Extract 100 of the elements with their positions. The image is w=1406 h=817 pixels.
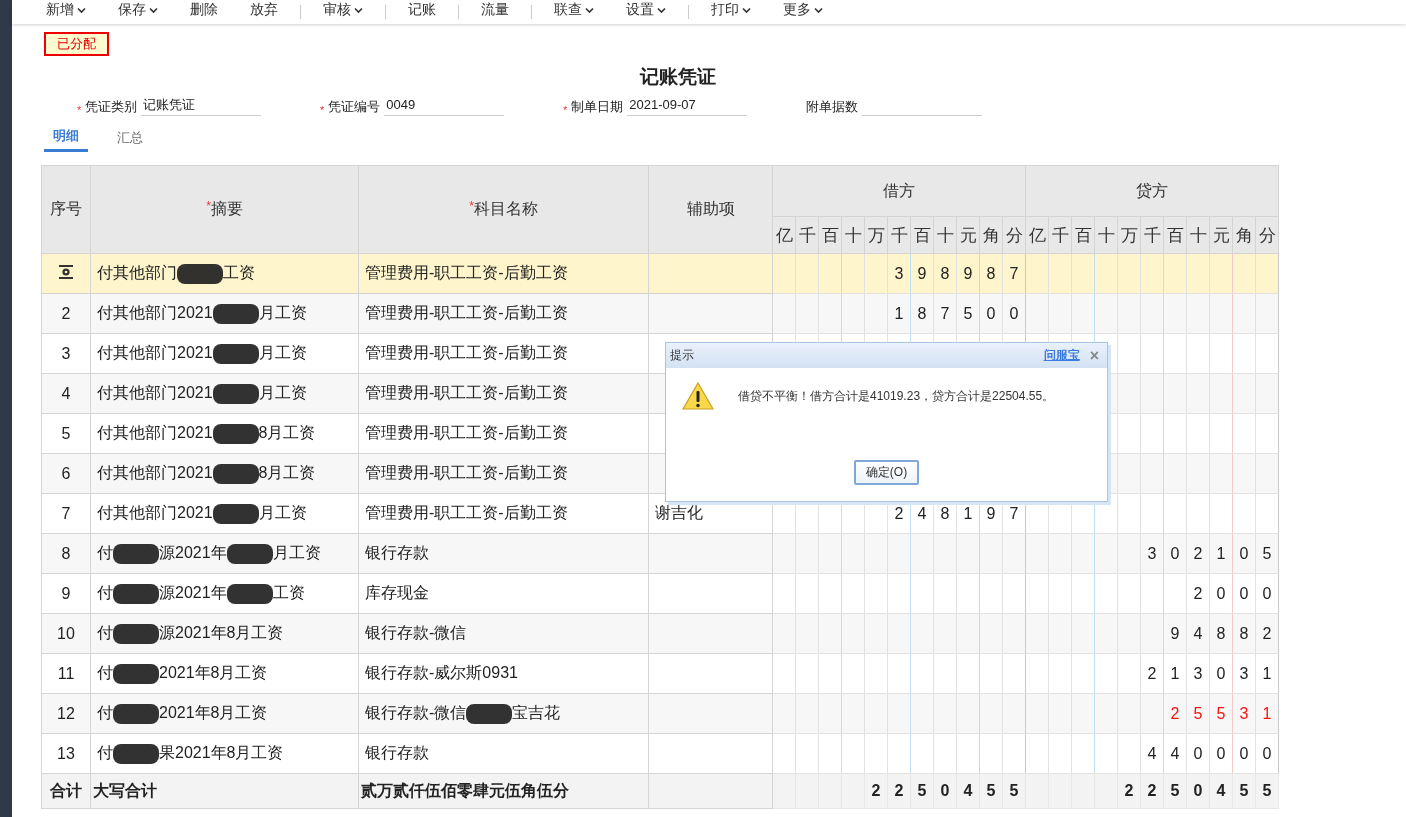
cell-text: 管理费用-职工工资-后勤工资 — [365, 504, 568, 521]
input-field[interactable]: 2021-09-07 — [627, 96, 748, 116]
redaction-mark — [212, 343, 259, 364]
toolbar-button[interactable]: 设置 — [614, 0, 678, 24]
required-mark: * — [320, 104, 325, 116]
row-number: 9 — [61, 584, 71, 602]
toolbar-button[interactable]: 删除 — [178, 0, 230, 24]
column-header: 科目名称 — [473, 200, 538, 217]
input-field[interactable]: 0049 — [384, 96, 505, 116]
unit-header: 千 — [1051, 225, 1069, 245]
amount-digit: 3 — [1239, 664, 1249, 682]
cell-text: 月工资 — [272, 544, 321, 561]
column-header: 贷方 — [1136, 181, 1168, 199]
cell-text: 银行存款-威尔斯0931 — [365, 664, 518, 681]
amount-digit: 5 — [1009, 782, 1019, 799]
amount-digit: 4 — [1170, 744, 1180, 762]
amount-digit: 0 — [1009, 304, 1019, 322]
amount-digit: 0 — [1262, 584, 1272, 602]
column-header: 摘要 — [210, 200, 243, 217]
row-number: 4 — [61, 384, 71, 402]
unit-header: 分 — [1258, 225, 1276, 245]
amount-digit: 1 — [963, 504, 973, 522]
cell-text: 源2021年 — [159, 584, 227, 601]
cell-text: 管理费用-职工工资-后勤工资 — [365, 424, 568, 441]
toolbar-button[interactable]: 审核 — [311, 0, 375, 24]
cell-text: 月工资 — [258, 344, 307, 361]
amount-digit: 2 — [1147, 664, 1157, 682]
amount-digit: 3 — [1239, 704, 1249, 722]
redaction-mark — [466, 703, 513, 724]
toolbar-button[interactable]: 联查 — [542, 0, 606, 24]
table-row[interactable]: 10 付 源2021年8月工资 银行存款-微信 9 4 8 8 2 — [41, 613, 1279, 654]
cell-text: 谢吉化 — [655, 504, 703, 521]
unit-header: 角 — [1235, 225, 1253, 245]
unit-header: 万 — [867, 225, 885, 245]
amount-digit: 9 — [963, 264, 973, 282]
toolbar-button[interactable]: 保存 — [106, 0, 170, 24]
table-row[interactable]: 付其他部门 工资 管理费用-职工工资-后勤工资 3 9 8 9 8 7 — [41, 253, 1279, 294]
dialog-message: 借贷不平衡！借方合计是41019.23，贷方合计是22504.55。 — [738, 387, 1055, 405]
amount-digit: 2 — [871, 782, 881, 799]
amount-digit: 3 — [894, 264, 904, 282]
cell-text: 管理费用-职工工资-后勤工资 — [365, 304, 568, 321]
amount-digit: 5 — [986, 782, 996, 799]
input-field[interactable]: 记账凭证 — [141, 96, 262, 116]
gear-icon[interactable] — [58, 264, 74, 279]
tab[interactable]: 汇总 — [108, 125, 152, 152]
table-row[interactable]: 8 付 源2021年 月工资 银行存款 3 0 2 1 0 5 — [41, 533, 1279, 574]
redaction-mark — [212, 303, 259, 324]
amount-digit: 1 — [894, 304, 904, 322]
amount-digit: 2 — [1193, 584, 1203, 602]
unit-header: 十 — [936, 225, 954, 245]
table-row[interactable]: 12 付 2021年8月工资 银行存款-微信 宝吉花 2 5 5 3 1 — [41, 693, 1279, 734]
amount-digit: 8 — [917, 304, 927, 322]
toolbar-button[interactable]: 记账 — [396, 0, 448, 24]
amount-digit: 2 — [1147, 782, 1157, 799]
toolbar-button[interactable]: 更多 — [771, 0, 835, 24]
table-row[interactable]: 11 付 2021年8月工资 银行存款-威尔斯0931 2 1 3 0 3 1 — [41, 653, 1279, 694]
tab[interactable]: 明细 — [44, 125, 88, 152]
amount-digit: 1 — [1216, 544, 1226, 562]
redaction-mark — [113, 543, 159, 564]
unit-header: 万 — [1120, 225, 1138, 245]
amount-digit: 0 — [1193, 744, 1203, 762]
row-number: 11 — [57, 664, 75, 682]
redaction-mark — [113, 663, 159, 684]
table-row[interactable]: 9 付 源2021年 工资 库存现金 2 0 0 0 — [41, 573, 1279, 614]
toolbar-button[interactable]: 新增 — [34, 0, 98, 24]
amount-digit: 1 — [1262, 664, 1272, 682]
amount-digit: 0 — [1216, 744, 1226, 762]
column-header: 序号 — [50, 200, 82, 217]
toolbar-button[interactable]: 流量 — [469, 0, 521, 24]
unit-header: 十 — [1189, 225, 1207, 245]
redaction-mark — [113, 623, 159, 644]
amount-digit: 4 — [963, 782, 973, 799]
cell-text: 付其他部门2021 — [97, 384, 213, 401]
amount-digit: 0 — [1216, 584, 1226, 602]
redaction-mark — [212, 463, 259, 484]
row-number: 10 — [57, 624, 75, 642]
amount-digit: 5 — [1239, 782, 1249, 799]
amount-digit: 0 — [986, 304, 996, 322]
amount-digit: 7 — [1009, 264, 1019, 282]
table-row[interactable]: 2 付其他部门2021 月工资 管理费用-职工工资-后勤工资 1 8 7 5 0 0 — [41, 293, 1279, 334]
cell-text: 8月工资 — [258, 464, 316, 481]
toolbar-button[interactable]: 放弃 — [238, 0, 290, 24]
amount-digit: 5 — [1262, 782, 1272, 799]
ok-button[interactable]: 确定(O) — [853, 460, 920, 485]
unit-header: 千 — [1143, 225, 1161, 245]
table-row[interactable]: 13 付 果2021年8月工资 银行存款 4 4 0 0 0 0 — [41, 733, 1279, 774]
column-header: 辅助项 — [686, 200, 735, 217]
redaction-mark — [212, 423, 259, 444]
amount-digit: 2 — [894, 504, 904, 522]
cell-text: 付其他部门2021 — [97, 464, 213, 481]
total-caption: 大写合计 — [93, 781, 157, 799]
cell-text: 银行存款 — [365, 544, 429, 561]
cell-text: 管理费用-职工工资-后勤工资 — [365, 344, 568, 361]
unit-header: 亿 — [775, 225, 793, 245]
status-badge: 已分配 — [44, 32, 109, 56]
redaction-mark — [113, 583, 159, 604]
amount-digit: 5 — [963, 304, 973, 322]
toolbar-button[interactable]: 打印 — [699, 0, 763, 24]
required-mark: * — [206, 199, 211, 213]
cell-text: 银行存款 — [365, 744, 429, 761]
